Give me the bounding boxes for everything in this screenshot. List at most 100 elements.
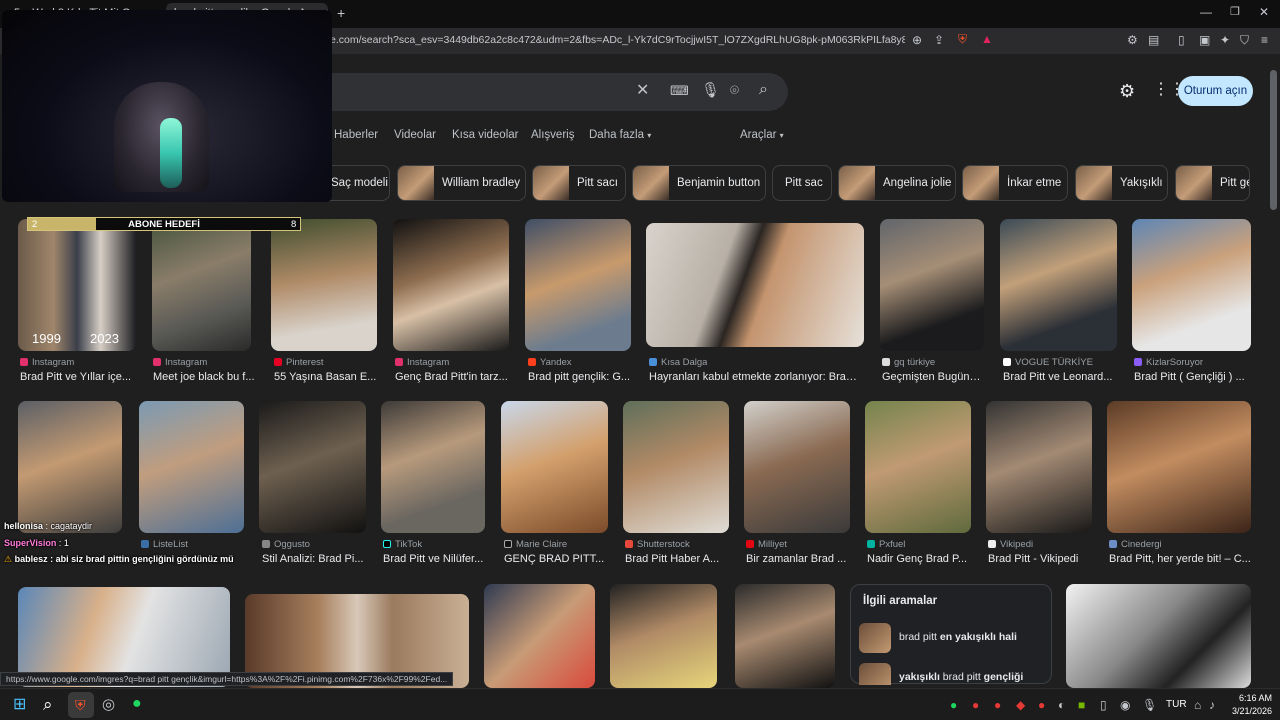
language-indicator[interactable]: TUR: [1166, 699, 1187, 710]
search-icon[interactable]: ⌕: [759, 82, 768, 98]
url-field[interactable]: e.com/search?sca_esv=3449db62a2c8c472&ud…: [330, 34, 905, 46]
windows-start-icon[interactable]: ⊞: [13, 697, 26, 713]
tray-app-icon[interactable]: ●: [1038, 699, 1045, 711]
lens-icon[interactable]: ⌾: [730, 83, 739, 98]
chip-william-bradley[interactable]: William bradley: [397, 165, 526, 201]
result-title[interactable]: 55 Yaşına Basan E...: [274, 371, 379, 383]
result-title[interactable]: Hayranları kabul etmekte zorlanıyor: Bra…: [649, 371, 861, 383]
nav-videos[interactable]: Videolar: [394, 129, 436, 141]
nav-shopping[interactable]: Alışveriş: [531, 129, 574, 141]
result-title[interactable]: Bir zamanlar Brad ...: [746, 553, 850, 565]
close-window-icon[interactable]: ✕: [1259, 6, 1269, 18]
result-title[interactable]: Brad Pitt, her yerde bit! – C...: [1109, 553, 1251, 565]
spotify-icon[interactable]: ●: [132, 696, 142, 712]
nav-more[interactable]: Daha fazla ▾: [589, 129, 651, 141]
sign-in-button[interactable]: Oturum açın: [1178, 76, 1253, 106]
discord-icon[interactable]: ◉: [1120, 699, 1130, 711]
leo-icon[interactable]: ✦: [1220, 34, 1230, 46]
result-title[interactable]: Genç Brad Pitt'in tarz...: [395, 371, 511, 383]
result-image[interactable]: [1000, 219, 1117, 351]
result-image[interactable]: [735, 584, 835, 688]
result-image[interactable]: [986, 401, 1092, 533]
chip-yakisikli[interactable]: Yakışıklı: [1075, 165, 1168, 201]
network-icon[interactable]: ⌂: [1194, 699, 1201, 711]
chip-angelina-jolie[interactable]: Angelina jolie: [838, 165, 956, 201]
result-image[interactable]: [139, 401, 244, 533]
result-title[interactable]: Brad Pitt ve Yıllar içe...: [20, 371, 140, 383]
tray-app-icon[interactable]: ▯: [1100, 699, 1107, 711]
tray-app-icon[interactable]: ●: [994, 699, 1001, 711]
result-image[interactable]: [484, 584, 595, 688]
result-image[interactable]: [744, 401, 850, 533]
result-title[interactable]: Brad Pitt ( Gençliği ) ...: [1134, 371, 1250, 383]
obs-icon[interactable]: ◎: [102, 697, 115, 712]
maximize-icon[interactable]: ❐: [1230, 7, 1240, 18]
result-title[interactable]: Nadir Genç Brad P...: [867, 553, 971, 565]
tray-app-icon[interactable]: ◆: [1016, 699, 1025, 711]
minimize-icon[interactable]: —: [1200, 6, 1212, 18]
taskbar-search-icon[interactable]: ⌕: [43, 696, 53, 713]
tools-button[interactable]: Araçlar ▾: [740, 129, 784, 141]
volume-icon[interactable]: ♪: [1209, 699, 1215, 711]
result-title[interactable]: Brad Pitt ve Nilüfer...: [383, 553, 487, 565]
result-image[interactable]: [610, 584, 717, 688]
result-title[interactable]: Brad Pitt Haber A...: [625, 553, 729, 565]
result-image[interactable]: [880, 219, 984, 351]
result-image[interactable]: [259, 401, 366, 533]
result-image[interactable]: [501, 401, 608, 533]
chip-pitt-sac[interactable]: Pitt sac: [772, 165, 832, 201]
reader-icon[interactable]: ▤: [1148, 34, 1159, 46]
nvidia-icon[interactable]: ■: [1078, 699, 1085, 711]
vpn-icon[interactable]: ⛉: [1240, 34, 1249, 46]
chip-pitt-saci[interactable]: Pitt sacı: [532, 165, 626, 201]
result-image[interactable]: [381, 401, 485, 533]
result-image[interactable]: [271, 219, 377, 351]
result-title[interactable]: Geçmişten Bugüne...: [882, 371, 984, 383]
result-title[interactable]: Brad pitt gençlik: G...: [528, 371, 632, 383]
related-search-item[interactable]: brad pitt en yakışıklı hali: [859, 623, 1045, 653]
result-image[interactable]: [18, 401, 122, 533]
clock-time[interactable]: 6:16 AM: [1224, 693, 1272, 703]
share-icon[interactable]: ⇪: [934, 34, 944, 46]
chip-benjamin-button[interactable]: Benjamin button: [632, 165, 766, 201]
menu-icon[interactable]: ≡: [1261, 34, 1268, 46]
result-title[interactable]: Meet joe black bu f...: [153, 371, 257, 383]
chip-inkar-etme[interactable]: İnkar etme: [962, 165, 1068, 201]
zoom-icon[interactable]: ⊕: [912, 34, 922, 46]
result-image[interactable]: 1999 2023: [18, 219, 136, 351]
result-image[interactable]: [1107, 401, 1251, 533]
result-title[interactable]: GENÇ BRAD PITT...: [504, 553, 608, 565]
nav-short-videos[interactable]: Kısa videolar: [452, 129, 518, 141]
result-title[interactable]: Brad Pitt - Vikipedi: [988, 553, 1092, 565]
brave-rewards-icon[interactable]: ▲: [981, 33, 993, 45]
tray-spotify-icon[interactable]: ●: [950, 699, 957, 711]
result-image[interactable]: [865, 401, 971, 533]
keyboard-icon[interactable]: ⌨: [670, 84, 689, 97]
result-title[interactable]: Brad Pitt ve Leonard...: [1003, 371, 1115, 383]
result-image[interactable]: [623, 401, 729, 533]
microphone-icon[interactable]: 🎙: [701, 83, 720, 98]
scrollbar-thumb[interactable]: [1270, 70, 1277, 210]
extensions-icon[interactable]: ⚙: [1127, 34, 1138, 46]
nav-news[interactable]: Haberler: [334, 129, 378, 141]
related-search-item[interactable]: yakışıklı brad pitt gençliği: [859, 663, 1045, 685]
result-title[interactable]: Stil Analizi: Brad Pi...: [262, 553, 366, 565]
clock-date[interactable]: 3/21/2026: [1222, 706, 1272, 716]
result-image[interactable]: [393, 219, 509, 351]
result-image[interactable]: [152, 219, 251, 351]
result-image[interactable]: [525, 219, 631, 351]
result-image[interactable]: [1132, 219, 1251, 351]
tray-app-icon[interactable]: ●: [972, 699, 979, 711]
brave-shield-icon[interactable]: ⛨: [958, 33, 967, 45]
tray-mic-icon[interactable]: 🎙: [1142, 699, 1157, 711]
sidebar-icon[interactable]: ▯: [1178, 34, 1185, 46]
taskbar-brave-button[interactable]: ⛨: [68, 692, 94, 718]
chip-pitt-ge[interactable]: Pitt ge: [1175, 165, 1250, 201]
settings-gear-icon[interactable]: ⚙: [1119, 82, 1135, 100]
result-image[interactable]: [646, 223, 864, 347]
result-image[interactable]: [1066, 584, 1251, 688]
search-input[interactable]: ✕ ⌨ 🎙 ⌾ ⌕: [300, 73, 788, 111]
tray-app-icon[interactable]: ◐: [1058, 699, 1065, 711]
wallet-icon[interactable]: ▣: [1199, 34, 1210, 46]
clear-search-icon[interactable]: ✕: [636, 83, 649, 99]
